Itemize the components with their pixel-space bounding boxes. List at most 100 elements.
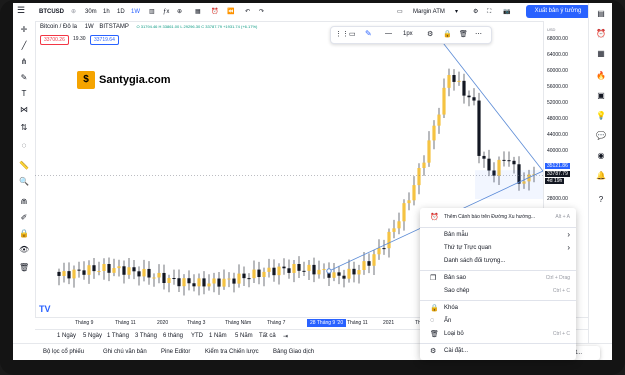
- line-width-label[interactable]: 1px: [403, 31, 413, 37]
- menu-icon[interactable]: ☰: [17, 5, 25, 15]
- publish-idea-button[interactable]: Xuất bản ý tưởng: [526, 5, 590, 18]
- candle-body: [447, 75, 451, 88]
- candle-body: [242, 273, 246, 279]
- time-label: Tháng 9: [75, 320, 94, 326]
- plus-icon[interactable]: ⊕: [71, 7, 76, 17]
- hotlist-icon[interactable]: 🔥: [596, 71, 606, 81]
- chat-icon[interactable]: 💬: [596, 131, 606, 141]
- replay-icon[interactable]: ⏪: [227, 7, 234, 17]
- eye-icon[interactable]: 👁: [19, 245, 29, 255]
- alerts-icon[interactable]: ⏰: [596, 29, 606, 39]
- streams-icon[interactable]: ◉: [596, 151, 606, 161]
- menu-remove[interactable]: 🗑 Loại bỏ Ctrl + C: [420, 329, 576, 341]
- candles-icon[interactable]: ▥: [149, 7, 155, 17]
- candle-body: [352, 268, 356, 275]
- symbol-search[interactable]: BTCUSD: [39, 7, 64, 17]
- trendline-resistance[interactable]: [439, 38, 544, 172]
- notifications-icon[interactable]: 🔔: [596, 171, 606, 181]
- drawing-lock-icon[interactable]: 🔒: [443, 30, 452, 38]
- trash-icon[interactable]: 🗑: [19, 263, 29, 273]
- redo-icon[interactable]: ↷: [259, 7, 264, 17]
- help-icon[interactable]: ?: [596, 195, 606, 205]
- candle-body: [232, 278, 236, 284]
- trendline-icon[interactable]: ╱: [19, 41, 29, 51]
- range-1y[interactable]: 1 Năm: [209, 333, 227, 339]
- calendar-icon[interactable]: ▣: [596, 91, 606, 101]
- interval-1w[interactable]: 1W: [131, 7, 140, 17]
- watchlist-icon[interactable]: ▤: [596, 9, 606, 19]
- layout-icon[interactable]: ▦: [195, 7, 201, 17]
- range-6m[interactable]: 6 tháng: [163, 333, 183, 339]
- pattern-icon[interactable]: ⋈: [19, 105, 29, 115]
- data-window-icon[interactable]: ▦: [596, 49, 606, 59]
- menu-templates[interactable]: Bản mẫu ›: [420, 230, 576, 242]
- range-1m[interactable]: 1 Tháng: [107, 333, 129, 339]
- menu-settings[interactable]: ⚙ Cài đặt...: [420, 346, 576, 358]
- more-icon[interactable]: ⋯: [475, 30, 482, 38]
- fullscreen-icon[interactable]: ⛶: [487, 7, 491, 17]
- price-label: 40000.00: [547, 148, 568, 154]
- range-5y[interactable]: 5 Năm: [235, 333, 253, 339]
- zoom-icon[interactable]: 🔍: [19, 177, 29, 187]
- fib-icon[interactable]: ⋔: [19, 57, 29, 67]
- text-icon[interactable]: T: [19, 89, 29, 99]
- trendline-handle[interactable]: [326, 268, 332, 274]
- menu-visual-order[interactable]: Thứ tự Trực quan ›: [420, 243, 576, 255]
- candle-body: [62, 271, 66, 276]
- menu-copy[interactable]: Sao chép Ctrl + C: [420, 286, 576, 298]
- lock-icon[interactable]: 🔒: [19, 229, 29, 239]
- prediction-icon[interactable]: ⇅: [19, 123, 29, 133]
- range-ytd[interactable]: YTD: [191, 333, 203, 339]
- stay-drawing-icon[interactable]: ✐: [19, 213, 29, 223]
- layout-window-icon[interactable]: ▭: [397, 7, 403, 17]
- tab-stock-screener[interactable]: Bộ lọc cổ phiếu: [43, 349, 84, 355]
- magnet-icon[interactable]: ⋒: [19, 197, 29, 207]
- undo-icon[interactable]: ↶: [245, 7, 250, 17]
- interval-30m[interactable]: 30m: [85, 7, 97, 17]
- compare-plus-icon[interactable]: ⊕: [177, 7, 182, 17]
- tab-trading-panel[interactable]: Bảng Giao dịch: [273, 349, 314, 355]
- camera-icon[interactable]: 📷: [503, 7, 510, 17]
- ruler-icon[interactable]: 📏: [19, 161, 29, 171]
- range-1d[interactable]: 1 Ngày: [57, 333, 76, 339]
- margin-atm-dropdown[interactable]: Margin ATM: [413, 7, 445, 17]
- tab-text-notes[interactable]: Ghi chú văn bản: [103, 349, 147, 355]
- menu-divider: [420, 227, 576, 228]
- drawing-floating-toolbar: ⋮⋮ ▭ ✎ — 1px ⚙ 🔒 🗑 ⋯: [330, 26, 492, 44]
- drag-handle-icon[interactable]: ⋮⋮: [335, 30, 349, 38]
- indicators-icon[interactable]: ƒx: [163, 7, 169, 17]
- brush-icon[interactable]: ✎: [19, 73, 29, 83]
- tab-pine-editor[interactable]: Pine Editor: [161, 349, 190, 355]
- interval-1d[interactable]: 1D: [117, 7, 125, 17]
- range-3m[interactable]: 3 Tháng: [135, 333, 157, 339]
- candle-body: [502, 159, 506, 161]
- ideas-icon[interactable]: 💡: [596, 111, 606, 121]
- legend-ohlc: O 31794.46 H 33861.00 L 29296.30 C 33787…: [136, 24, 258, 29]
- interval-1h[interactable]: 1h: [103, 7, 110, 17]
- line-color-icon[interactable]: ✎: [365, 29, 372, 38]
- alert-icon[interactable]: ⏰: [211, 7, 218, 17]
- candle-body: [227, 278, 231, 280]
- menu-lock[interactable]: 🔒 Khóa: [420, 303, 576, 315]
- candle-body: [217, 278, 221, 287]
- settings-icon[interactable]: ⚙: [473, 7, 478, 17]
- line-style-icon[interactable]: —: [385, 30, 392, 37]
- tab-strategy-tester[interactable]: Kiểm tra Chiến lược: [205, 349, 259, 355]
- range-all[interactable]: Tất cả: [259, 333, 276, 339]
- chevron-down-icon[interactable]: ▾: [455, 7, 458, 17]
- sell-price-pill[interactable]: 33700.26: [40, 35, 69, 45]
- eraser-icon[interactable]: ◌: [19, 141, 29, 151]
- menu-clone[interactable]: ❐ Bản sao Ctrl + Drag: [420, 273, 576, 285]
- drawing-settings-icon[interactable]: ⚙: [427, 30, 433, 38]
- menu-hide[interactable]: ◌ Ẩn: [420, 316, 576, 328]
- menu-object-tree[interactable]: Danh sách đối tượng...: [420, 256, 576, 268]
- buy-price-pill[interactable]: 33719.64: [90, 35, 119, 45]
- range-5d[interactable]: 5 Ngày: [83, 333, 102, 339]
- crosshair-icon[interactable]: ✛: [19, 25, 29, 35]
- candle-body: [132, 267, 136, 272]
- goto-date-icon[interactable]: ⇥: [283, 333, 288, 340]
- template-icon[interactable]: ▭: [349, 30, 356, 38]
- price-label: 52000.00: [547, 100, 568, 106]
- drawing-trash-icon[interactable]: 🗑: [459, 30, 468, 38]
- menu-add-alert[interactable]: ⏰ Thêm Cảnh báo trên Đường Xu hướng... A…: [420, 212, 576, 224]
